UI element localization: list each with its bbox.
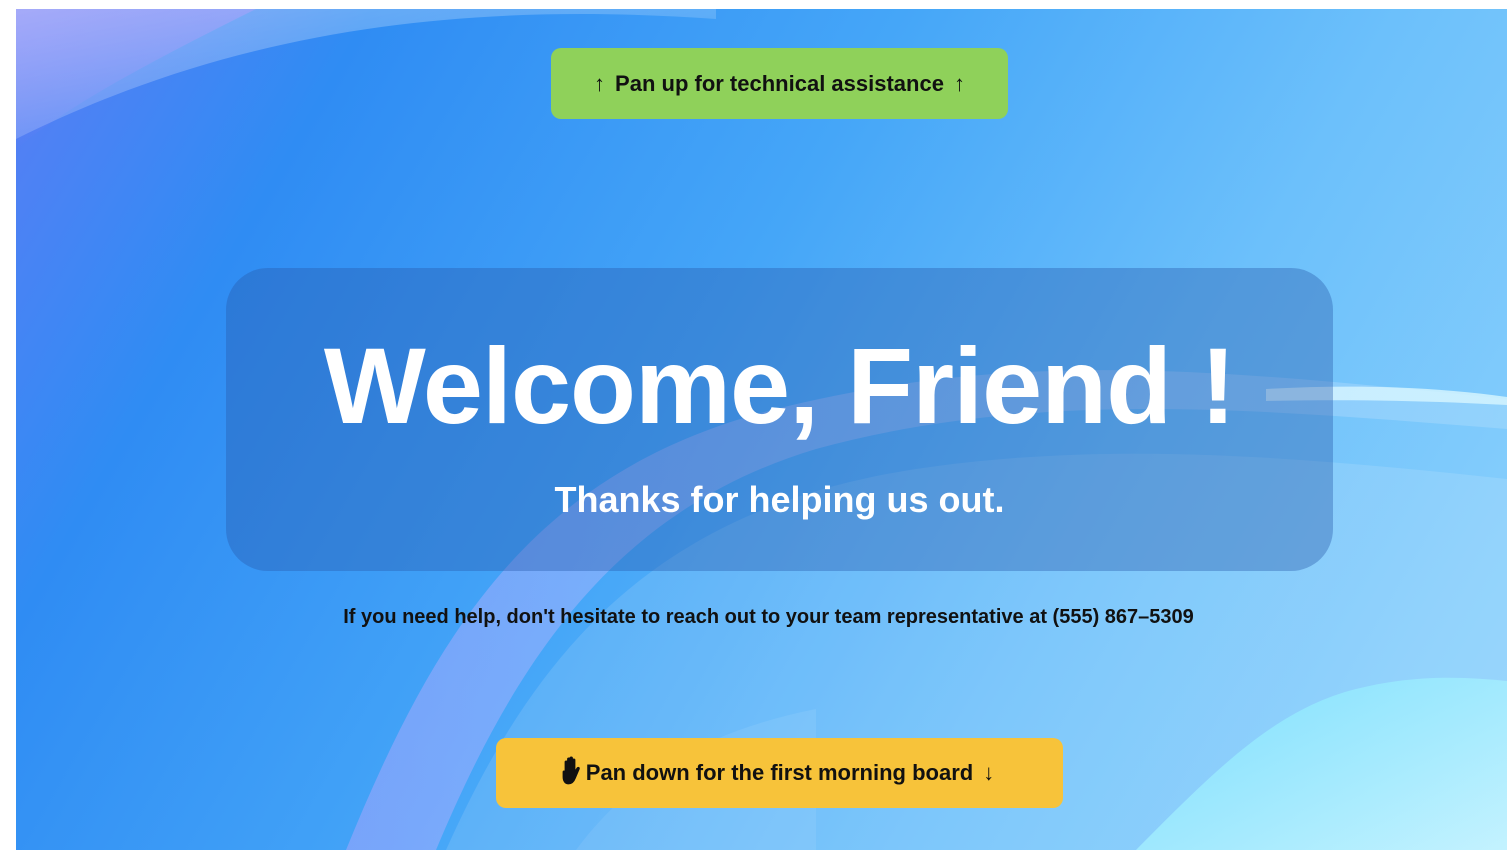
welcome-subtitle: Thanks for helping us out. <box>554 479 1005 520</box>
pan-up-label: Pan up for technical assistance <box>615 70 944 96</box>
whiteboard-canvas[interactable]: ↑ Pan up for technical assistance ↑ Welc… <box>16 9 1507 850</box>
hand-grab-cursor-icon <box>562 756 580 785</box>
arrow-up-icon: ↑ <box>594 70 606 96</box>
help-contact-text: If you need help, don't hesitate to reac… <box>343 606 1194 628</box>
arrow-up-icon: ↑ <box>953 70 965 96</box>
arrow-down-icon: ↓ <box>983 760 995 785</box>
welcome-title: Welcome, Friend ! <box>323 325 1236 446</box>
welcome-card: Welcome, Friend ! Thanks for helping us … <box>226 268 1333 571</box>
pan-up-button[interactable]: ↑ Pan up for technical assistance ↑ <box>551 48 1008 119</box>
pan-down-label: Pan down for the first morning board <box>585 760 974 785</box>
